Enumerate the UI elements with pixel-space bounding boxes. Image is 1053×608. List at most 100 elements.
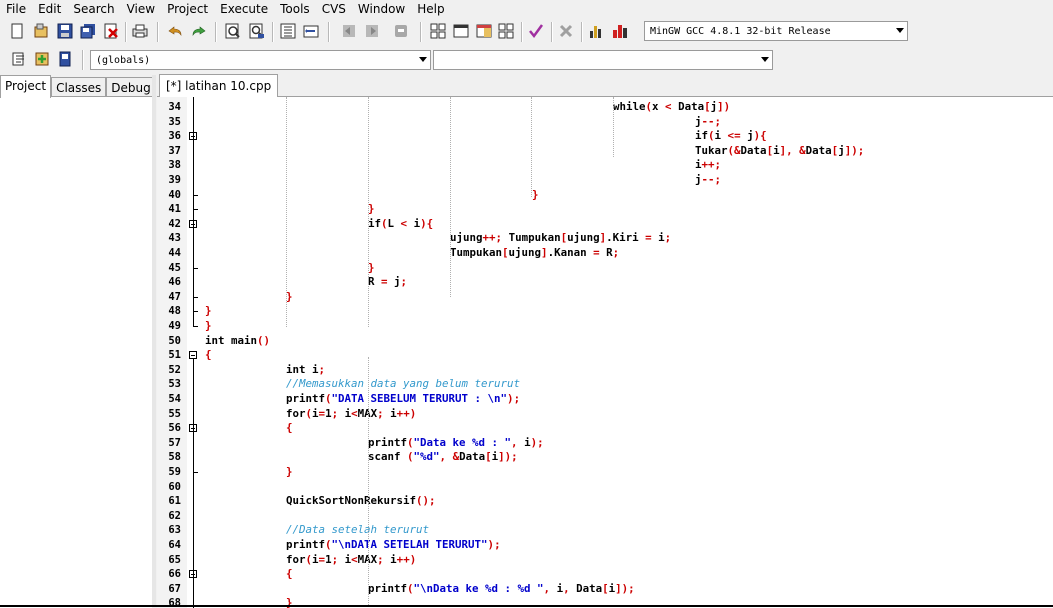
stop-icon[interactable] (557, 22, 575, 40)
tiles-icon[interactable] (497, 22, 515, 40)
menu-help[interactable]: Help (411, 0, 450, 18)
code-line[interactable]: 57 printf("Data ke %d : ", i); (157, 436, 1053, 451)
line-number: 35 (168, 115, 181, 128)
grid-icon[interactable] (429, 22, 447, 40)
forward-icon[interactable] (363, 22, 381, 40)
code-line[interactable]: 64 printf("\nDATA SETELAH TERURUT"); (157, 538, 1053, 553)
code-line[interactable]: 35 j--; (157, 115, 1053, 130)
code-line[interactable]: 36 if(i <= j){ (157, 129, 1053, 144)
code-text: printf("Data ke %d : ", i); (368, 435, 544, 449)
replace-icon[interactable] (248, 22, 266, 40)
profile-icon[interactable] (611, 22, 629, 40)
indent-icon[interactable] (279, 22, 297, 40)
code-line[interactable]: 46 R = j; (157, 275, 1053, 290)
undo-icon[interactable] (166, 22, 184, 40)
left-panel-tabs: Project Classes Debug (0, 75, 156, 98)
code-text: if(L < i){ (368, 216, 434, 230)
menu-project[interactable]: Project (161, 0, 214, 18)
menu-file[interactable]: File (0, 0, 32, 18)
code-line[interactable]: 53 //Memasukkan data yang belum terurut (157, 377, 1053, 392)
code-text: Tumpukan[ujung].Kanan = R; (450, 246, 620, 259)
code-line[interactable]: 49} (157, 319, 1053, 334)
code-line[interactable]: 45} (157, 261, 1053, 276)
chevron-down-icon[interactable] (761, 57, 769, 62)
code-line[interactable]: 65 for(i=1; i<MAX; i++) (157, 553, 1053, 568)
chart-icon[interactable] (587, 22, 605, 40)
line-number: 45 (168, 261, 181, 274)
chevron-down-icon[interactable] (419, 57, 427, 62)
code-line[interactable]: 38 i++; (157, 158, 1053, 173)
code-line[interactable]: 37 Tukar(&Data[i], &Data[j]); (157, 144, 1053, 159)
editor-tab-file[interactable]: [*] latihan 10.cpp (159, 74, 279, 97)
tab-classes[interactable]: Classes (51, 77, 107, 98)
code-line[interactable]: 34 while(x < Data[j]) (157, 100, 1053, 115)
menu-edit[interactable]: Edit (32, 0, 67, 18)
panel-splitter[interactable] (152, 75, 156, 607)
code-line[interactable]: 42 if(L < i){ (157, 217, 1053, 232)
code-line[interactable]: 56 { (157, 421, 1053, 436)
redo-icon[interactable] (190, 22, 208, 40)
code-text: { (286, 567, 293, 581)
code-line[interactable]: 40} (157, 188, 1053, 203)
save-all-icon[interactable] (79, 22, 97, 40)
goto-icon[interactable] (33, 50, 51, 68)
code-line[interactable]: 61 QuickSortNonRekursif(); (157, 494, 1053, 509)
code-line[interactable]: 47} (157, 290, 1053, 305)
book-icon[interactable] (56, 50, 74, 68)
code-line[interactable]: 41} (157, 202, 1053, 217)
open-icon[interactable] (32, 22, 50, 40)
menu-window[interactable]: Window (352, 0, 411, 18)
line-number: 39 (168, 174, 181, 186)
menu-cvs[interactable]: CVS (316, 0, 352, 18)
scope-select[interactable]: (globals) (90, 50, 431, 70)
table-icon[interactable] (475, 22, 493, 40)
code-line[interactable]: 43 ujung++; Tumpukan[ujung].Kiri = i; (157, 231, 1053, 246)
unindent-icon[interactable] (302, 22, 320, 40)
line-number: 54 (168, 393, 181, 405)
compiler-select[interactable]: MinGW GCC 4.8.1 32-bit Release (644, 21, 908, 41)
menu-execute[interactable]: Execute (214, 0, 274, 18)
save-icon[interactable] (56, 22, 74, 40)
project-browser[interactable] (0, 96, 152, 608)
code-line[interactable]: 48} (157, 304, 1053, 319)
window-icon[interactable] (452, 22, 470, 40)
code-text: for(i=1; i<MAX; i++) (286, 552, 417, 566)
tab-project[interactable]: Project (0, 75, 52, 98)
menu-view[interactable]: View (121, 0, 161, 18)
chevron-down-icon[interactable] (896, 28, 904, 33)
code-line[interactable]: 54 printf("DATA SEBELUM TERURUT : \n"); (157, 392, 1053, 407)
code-line[interactable]: 55 for(i=1; i<MAX; i++) (157, 407, 1053, 422)
fold-toggle-icon[interactable] (189, 351, 197, 360)
code-line[interactable]: 63 //Data setelah terurut (157, 523, 1053, 538)
code-text: //Memasukkan data yang belum terurut (286, 377, 521, 391)
tab-debug[interactable]: Debug (106, 77, 156, 98)
line-number: 51 (168, 349, 181, 362)
code-line[interactable]: 67 printf("\nData ke %d : %d ", i, Data[i… (157, 582, 1053, 597)
code-line[interactable]: 52 int i; (157, 363, 1053, 378)
bookmark-icon[interactable] (392, 22, 410, 40)
code-line[interactable]: 59} (157, 465, 1053, 480)
print-icon[interactable] (131, 22, 149, 40)
function-select[interactable] (433, 50, 773, 70)
code-line[interactable]: 39 j--; (157, 173, 1053, 188)
code-text: for(i=1; i<MAX; i++) (286, 406, 417, 420)
code-editor[interactable]: 34 while(x < Data[j]) 35 j--; 36 if(i <= j){3… (157, 96, 1053, 608)
code-text: Tukar(&Data[i], &Data[j]); (695, 143, 865, 157)
line-number: 57 (168, 436, 181, 449)
code-line[interactable]: 62 (157, 509, 1053, 524)
find-icon[interactable] (224, 22, 242, 40)
code-line[interactable]: 50 int main() (157, 334, 1053, 349)
code-line[interactable]: 44 Tumpukan[ujung].Kanan = R; (157, 246, 1053, 261)
line-number: 34 (168, 101, 181, 113)
menu-tools[interactable]: Tools (274, 0, 316, 18)
code-line[interactable]: 58 scanf ("%d", &Data[i]); (157, 450, 1053, 465)
code-line[interactable]: 60 (157, 480, 1053, 495)
insert-icon[interactable] (10, 50, 28, 68)
back-icon[interactable] (340, 22, 358, 40)
new-file-icon[interactable] (8, 22, 26, 40)
code-line[interactable]: 66 { (157, 567, 1053, 582)
code-line[interactable]: 51 { (157, 348, 1053, 363)
menu-search[interactable]: Search (67, 0, 120, 18)
close-icon[interactable] (102, 22, 120, 40)
check-icon[interactable] (527, 22, 545, 40)
